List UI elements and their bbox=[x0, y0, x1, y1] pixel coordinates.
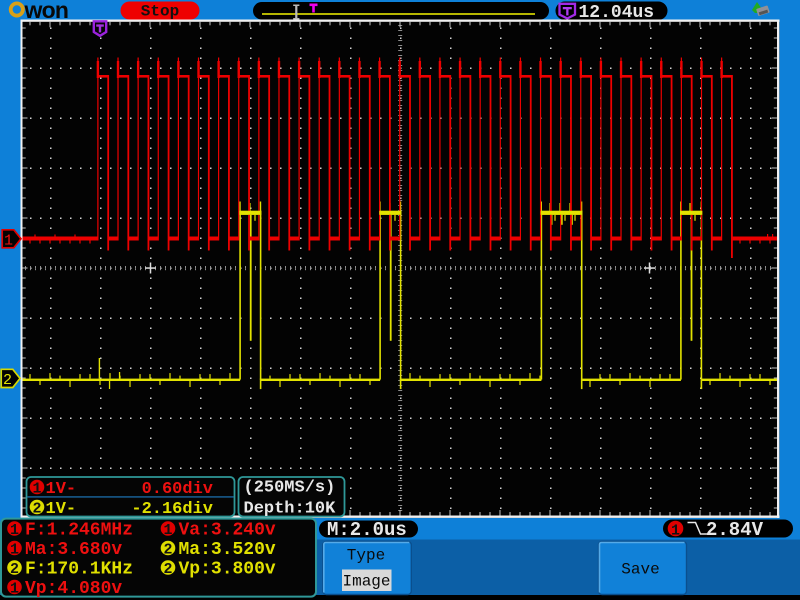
svg-text:2: 2 bbox=[3, 372, 12, 389]
svg-text:1: 1 bbox=[10, 581, 19, 598]
svg-text:Ma:3.680v: Ma:3.680v bbox=[25, 540, 122, 560]
svg-text:F:1.246MHz: F:1.246MHz bbox=[25, 520, 133, 540]
svg-text:won: won bbox=[24, 0, 69, 23]
svg-text:0.60div: 0.60div bbox=[142, 480, 213, 499]
svg-text:2: 2 bbox=[163, 542, 172, 559]
svg-text:Stop: Stop bbox=[141, 3, 179, 21]
svg-text:1: 1 bbox=[10, 542, 19, 559]
svg-text:Ma:3.520v: Ma:3.520v bbox=[179, 540, 276, 560]
svg-text:2: 2 bbox=[32, 501, 41, 518]
svg-text:Vp:3.800v: Vp:3.800v bbox=[179, 559, 276, 579]
svg-text:Depth:10K: Depth:10K bbox=[244, 500, 337, 519]
svg-text:1V-: 1V- bbox=[46, 480, 77, 499]
svg-text:F:170.1KHz: F:170.1KHz bbox=[25, 559, 133, 579]
svg-text:1: 1 bbox=[671, 522, 680, 539]
svg-text:(250MS/s): (250MS/s) bbox=[244, 479, 336, 498]
svg-text:Vp:4.080v: Vp:4.080v bbox=[25, 579, 122, 599]
svg-text:Save: Save bbox=[621, 561, 659, 579]
svg-text:1: 1 bbox=[4, 232, 13, 249]
svg-text:Type: Type bbox=[347, 547, 385, 565]
svg-text:1: 1 bbox=[163, 522, 172, 539]
svg-text:Image: Image bbox=[342, 573, 390, 591]
svg-text:M:2.0us: M:2.0us bbox=[327, 519, 407, 541]
svg-text:1V-: 1V- bbox=[46, 500, 77, 519]
svg-text:2.84V: 2.84V bbox=[706, 519, 764, 541]
svg-text:Va:3.240v: Va:3.240v bbox=[179, 520, 276, 540]
svg-text:2: 2 bbox=[10, 561, 19, 578]
svg-text:-2.16div: -2.16div bbox=[131, 500, 213, 519]
svg-text:1: 1 bbox=[10, 522, 19, 539]
svg-text:1: 1 bbox=[32, 481, 41, 498]
svg-text:2: 2 bbox=[163, 561, 172, 578]
